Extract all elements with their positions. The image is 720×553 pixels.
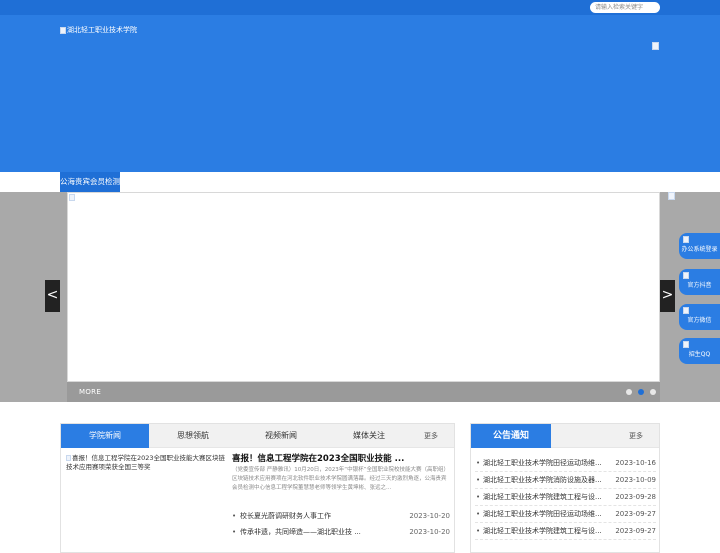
news-item-date: 2023-10-20 (409, 512, 450, 520)
notice-item-date: 2023-09-27 (615, 510, 656, 518)
broken-image-icon (668, 192, 675, 200)
notice-item-date: 2023-10-16 (615, 459, 656, 467)
side-button-office-login[interactable]: 办公系统登录 (679, 233, 720, 259)
notice-item-title: 湖北轻工职业技术学院消防设施及器... (483, 476, 602, 484)
side-button-douyin[interactable]: 官方抖音 (679, 269, 720, 295)
notice-list: 湖北轻工职业技术学院田径运动场维... 2023-10-16 湖北轻工职业技术学… (475, 455, 656, 540)
notice-item-date: 2023-09-28 (615, 493, 656, 501)
news-item-title: 传承非遗，共同缔造——湖北职业技 ... (240, 528, 361, 536)
broken-image-icon (683, 307, 689, 314)
side-button-wechat[interactable]: 官方微信 (679, 304, 720, 330)
broken-image-icon (683, 341, 689, 348)
tab-ideology[interactable]: 思想领航 (149, 424, 237, 448)
notice-header: 公告通知 更多 (471, 424, 659, 448)
nav-bar: 公海贵宾会员检测 (0, 172, 720, 192)
list-item[interactable]: 湖北轻工职业技术学院田径运动场维... 2023-10-16 (475, 455, 656, 472)
tab-college-news[interactable]: 学院新闻 (61, 424, 149, 448)
featured-title[interactable]: 喜报！信息工程学院在2023全国职业技能 ... (232, 452, 452, 464)
search-input[interactable]: 请输入检索关键字 (590, 2, 660, 13)
notice-item-date: 2023-09-27 (615, 527, 656, 535)
broken-image-icon (652, 42, 659, 50)
side-button-label: 招生QQ (688, 351, 711, 358)
carousel-dot-active[interactable] (638, 389, 644, 395)
broken-image-icon (60, 26, 66, 34)
carousel-caption-bar: MORE (67, 382, 660, 402)
notice-more-link[interactable]: 更多 (629, 424, 643, 448)
carousel-dot[interactable] (626, 389, 632, 395)
side-button-label: 官方微信 (687, 317, 712, 324)
featured-image[interactable]: 喜报！信息工程学院在2023全国职业技能大赛区块链技术应用赛项荣获全国三等奖 (66, 454, 226, 478)
featured-summary: （党委宣传部 严静雅讯）10月20日，2023年“中银杯”全国职业院校技能大赛（… (232, 467, 449, 491)
broken-image-icon (683, 236, 689, 243)
news-item-title: 校长夏光蔚调研财务人事工作 (240, 512, 331, 520)
tab-video-news[interactable]: 视频新闻 (237, 424, 325, 448)
news-panel: 学院新闻 思想领航 视频新闻 媒体关注 更多 喜报！信息工程学院在2023全国职… (60, 423, 455, 553)
carousel-dots (626, 389, 656, 395)
logo-alt-text: 湖北轻工职业技术学院 (67, 26, 137, 34)
carousel-more-link[interactable]: MORE (79, 382, 101, 402)
carousel-dot[interactable] (650, 389, 656, 395)
notice-item-title: 湖北轻工职业技术学院田径运动场维... (483, 459, 602, 467)
notice-item-title: 湖北轻工职业技术学院建筑工程与设... (483, 493, 602, 501)
nav-item[interactable]: 公海贵宾会员检测 (60, 172, 120, 192)
news-item-date: 2023-10-20 (409, 528, 450, 536)
list-item[interactable]: 湖北轻工职业技术学院消防设施及器... 2023-10-09 (475, 472, 656, 489)
list-item[interactable]: 传承非遗，共同缔造——湖北职业技 ... 2023-10-20 (232, 524, 450, 540)
notice-title[interactable]: 公告通知 (471, 424, 551, 448)
news-tabs: 学院新闻 思想领航 视频新闻 媒体关注 更多 (61, 424, 454, 448)
broken-image-icon (683, 272, 689, 279)
tab-media[interactable]: 媒体关注 (325, 424, 413, 448)
list-item[interactable]: 湖北轻工职业技术学院田径运动场维... 2023-09-27 (475, 506, 656, 523)
site-header: 湖北轻工职业技术学院 (0, 15, 720, 172)
banner-carousel: MORE < > (0, 192, 720, 402)
carousel-next-button[interactable]: > (660, 280, 675, 312)
side-button-qq[interactable]: 招生QQ (679, 338, 720, 364)
notice-item-title: 湖北轻工职业技术学院建筑工程与设... (483, 527, 602, 535)
side-button-label: 官方抖音 (687, 282, 712, 289)
news-more-link[interactable]: 更多 (424, 424, 438, 448)
list-item[interactable]: 校长夏光蔚调研财务人事工作 2023-10-20 (232, 508, 450, 524)
featured-image-alt: 喜报！信息工程学院在2023全国职业技能大赛区块链技术应用赛项荣获全国三等奖 (66, 454, 226, 471)
broken-image-icon (69, 194, 75, 201)
notice-panel: 公告通知 更多 湖北轻工职业技术学院田径运动场维... 2023-10-16 湖… (470, 423, 660, 553)
news-list: 校长夏光蔚调研财务人事工作 2023-10-20 传承非遗，共同缔造——湖北职业… (232, 508, 450, 540)
notice-item-date: 2023-10-09 (615, 476, 656, 484)
carousel-prev-button[interactable]: < (45, 280, 60, 312)
carousel-slide[interactable] (67, 192, 660, 382)
list-item[interactable]: 湖北轻工职业技术学院建筑工程与设... 2023-09-27 (475, 523, 656, 540)
list-item[interactable]: 湖北轻工职业技术学院建筑工程与设... 2023-09-28 (475, 489, 656, 506)
side-button-label: 办公系统登录 (681, 246, 718, 253)
broken-image-icon (66, 455, 71, 461)
site-logo[interactable]: 湖北轻工职业技术学院 (60, 25, 137, 35)
top-bar: 请输入检索关键字 (0, 0, 720, 15)
notice-item-title: 湖北轻工职业技术学院田径运动场维... (483, 510, 602, 518)
